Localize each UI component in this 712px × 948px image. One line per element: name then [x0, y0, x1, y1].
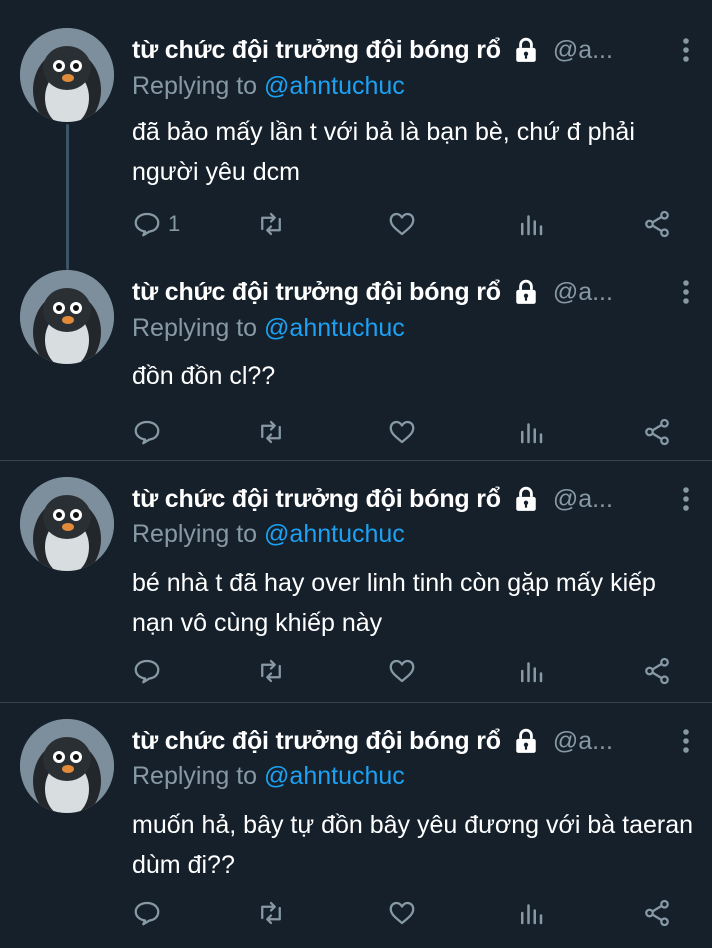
- replying-to: Replying to @ahntuchuc: [132, 314, 405, 343]
- more-icon[interactable]: [680, 485, 692, 513]
- replying-to-label: Replying to: [132, 314, 258, 342]
- replying-to: Replying to @ahntuchuc: [132, 520, 405, 549]
- heart-icon: [389, 659, 415, 683]
- reply-button[interactable]: 1: [132, 206, 180, 242]
- like-button[interactable]: [387, 414, 417, 450]
- replying-to-handle[interactable]: @ahntuchuc: [264, 520, 405, 548]
- avatar[interactable]: [20, 719, 114, 813]
- tweet-actions: [132, 653, 692, 689]
- tweet-text: đồn đồn cl??: [132, 362, 276, 390]
- lock-icon: [516, 279, 536, 304]
- reply-count: 1: [168, 211, 181, 236]
- user-handle[interactable]: @a...: [553, 278, 613, 307]
- reply-button[interactable]: [132, 653, 162, 689]
- user-handle[interactable]: @a...: [553, 727, 613, 756]
- analytics-button[interactable]: [516, 414, 546, 450]
- user-handle[interactable]: @a...: [553, 36, 613, 65]
- like-button[interactable]: [387, 895, 417, 931]
- avatar[interactable]: [20, 28, 114, 122]
- retweet-icon: [261, 901, 281, 925]
- avatar[interactable]: [20, 270, 114, 364]
- replying-to-label: Replying to: [132, 72, 258, 100]
- retweet-icon: [261, 420, 281, 444]
- penguin-avatar-image: [20, 719, 114, 813]
- analytics-button[interactable]: [516, 895, 546, 931]
- display-name[interactable]: từ chức đội trưởng đội bóng rổ: [132, 36, 501, 65]
- reply-button[interactable]: [132, 414, 162, 450]
- replying-to-handle[interactable]: @ahntuchuc: [264, 762, 405, 790]
- replying-to: Replying to @ahntuchuc: [132, 72, 405, 101]
- share-button[interactable]: [642, 414, 672, 450]
- tweet-actions: [132, 414, 692, 450]
- tweet-text: đã bảo mấy lần t với bả là bạn bè, chứ đ…: [132, 118, 635, 186]
- display-name[interactable]: từ chức đội trưởng đội bóng rổ: [132, 727, 501, 756]
- retweet-button[interactable]: [256, 653, 286, 689]
- tweet[interactable]: từ chức đội trưởng đội bóng rổ @a... Rep…: [0, 270, 712, 460]
- replying-to-label: Replying to: [132, 520, 258, 548]
- penguin-avatar-image: [20, 270, 114, 364]
- reply-button[interactable]: [132, 895, 162, 931]
- reply-icon: [134, 659, 160, 684]
- analytics-icon: [521, 904, 543, 925]
- reply-icon: [134, 212, 160, 237]
- heart-icon: [389, 420, 415, 444]
- share-icon: [645, 657, 669, 685]
- tweet[interactable]: từ chức đội trưởng đội bóng rổ @a... Rep…: [0, 461, 712, 702]
- share-icon: [645, 899, 669, 927]
- like-button[interactable]: [387, 653, 417, 689]
- more-icon[interactable]: [680, 278, 692, 306]
- retweet-button[interactable]: [256, 206, 286, 242]
- analytics-icon: [521, 662, 543, 683]
- retweet-icon: [261, 659, 281, 683]
- retweet-icon: [261, 212, 281, 236]
- tweet[interactable]: từ chức đội trưởng đội bóng rổ @a... Rep…: [0, 703, 712, 948]
- display-name[interactable]: từ chức đội trưởng đội bóng rổ: [132, 485, 501, 514]
- reply-thread: từ chức đội trưởng đội bóng rổ @a... Rep…: [0, 0, 712, 948]
- share-button[interactable]: [642, 895, 672, 931]
- more-icon[interactable]: [680, 36, 692, 64]
- tweet-text: muốn hả, bây tự đồn bây yêu đương với bà…: [132, 811, 694, 879]
- analytics-icon: [521, 215, 543, 236]
- lock-icon: [516, 486, 536, 511]
- avatar[interactable]: [20, 477, 114, 571]
- analytics-icon: [521, 423, 543, 444]
- replying-to-handle[interactable]: @ahntuchuc: [264, 72, 405, 100]
- retweet-button[interactable]: [256, 895, 286, 931]
- penguin-avatar-image: [20, 477, 114, 571]
- replying-to-label: Replying to: [132, 762, 258, 790]
- analytics-button[interactable]: [516, 206, 546, 242]
- share-icon: [645, 210, 669, 238]
- more-icon[interactable]: [680, 727, 692, 755]
- like-button[interactable]: [387, 206, 417, 242]
- heart-icon: [389, 901, 415, 925]
- tweet[interactable]: từ chức đội trưởng đội bóng rổ @a... Rep…: [0, 0, 712, 270]
- retweet-button[interactable]: [256, 414, 286, 450]
- share-button[interactable]: [642, 206, 672, 242]
- share-icon: [645, 418, 669, 446]
- tweet-text: bé nhà t đã hay over linh tinh còn gặp m…: [132, 569, 656, 637]
- share-button[interactable]: [642, 653, 672, 689]
- lock-icon: [516, 728, 536, 753]
- tweet-actions: [132, 895, 692, 931]
- replying-to: Replying to @ahntuchuc: [132, 762, 405, 791]
- display-name[interactable]: từ chức đội trưởng đội bóng rổ: [132, 278, 501, 307]
- tweet-actions: 1: [132, 206, 692, 242]
- user-handle[interactable]: @a...: [553, 485, 613, 514]
- reply-icon: [134, 420, 160, 445]
- heart-icon: [389, 212, 415, 236]
- reply-icon: [134, 901, 160, 926]
- replying-to-handle[interactable]: @ahntuchuc: [264, 314, 405, 342]
- lock-icon: [516, 37, 536, 62]
- analytics-button[interactable]: [516, 653, 546, 689]
- penguin-avatar-image: [20, 28, 114, 122]
